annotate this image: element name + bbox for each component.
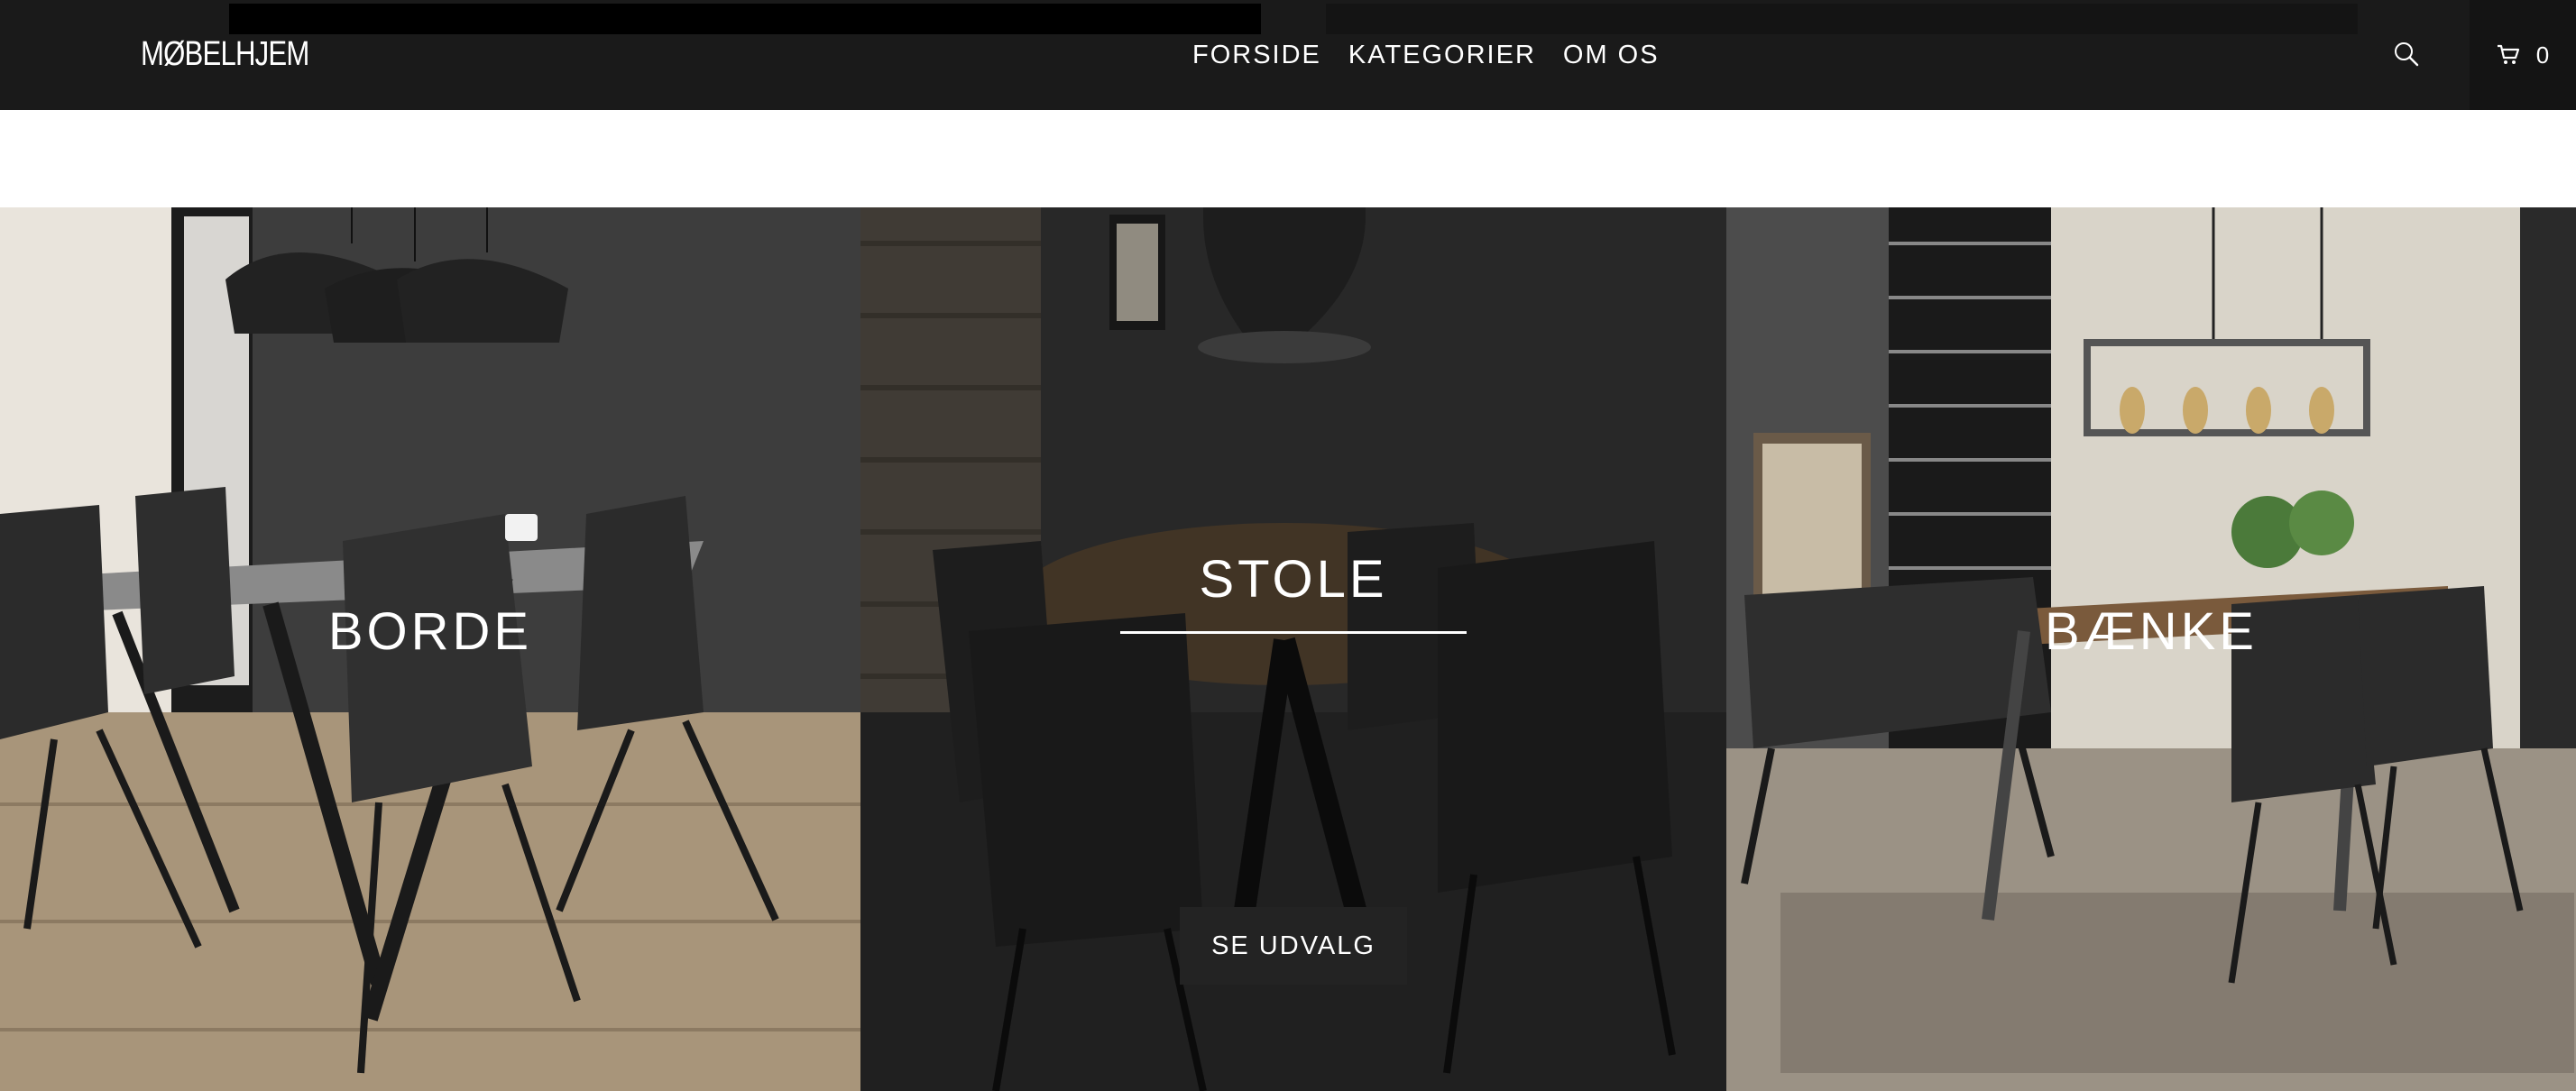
nav-item-kategorier[interactable]: KATEGORIER [1348, 34, 1536, 76]
category-panel-baenke[interactable]: BÆNKE [1726, 207, 2576, 1091]
cart-button[interactable]: 0 [2470, 0, 2576, 110]
nav-item-om-os[interactable]: OM OS [1563, 34, 1660, 76]
main-nav: FORSIDE KATEGORIER OM OS [1192, 34, 1660, 76]
site-logo[interactable]: MØBELHJEM [141, 31, 309, 78]
category-panels: BORDE STOLE SE UDVALG BÆNKE [0, 207, 2576, 1091]
category-title-borde: BORDE [327, 602, 533, 661]
cart-icon [2497, 44, 2519, 64]
search-button[interactable] [2387, 34, 2426, 74]
category-title-stole: STOLE [1199, 550, 1388, 609]
category-title-baenke: BÆNKE [2045, 602, 2258, 661]
see-selection-button[interactable]: SE UDVALG [1180, 907, 1407, 985]
site-header: MØBELHJEM FORSIDE KATEGORIER OM OS 0 [0, 0, 2576, 110]
announcement-bar-left [229, 4, 1261, 34]
cart-count: 0 [2535, 41, 2550, 69]
category-panel-borde[interactable]: BORDE [0, 207, 860, 1091]
title-underline [1120, 631, 1467, 634]
search-icon [2395, 42, 2419, 67]
nav-item-forside[interactable]: FORSIDE [1192, 34, 1321, 76]
announcement-bar-right [1326, 4, 2358, 34]
